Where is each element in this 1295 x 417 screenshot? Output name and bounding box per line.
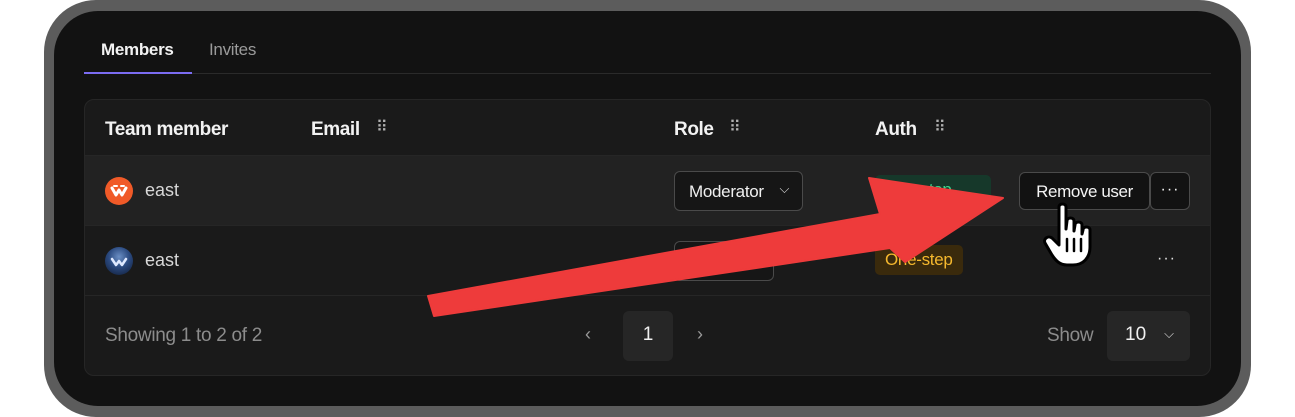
member-name: east — [145, 250, 180, 270]
column-header-team-member: Team member — [105, 119, 229, 140]
pagination-summary: Showing 1 to 2 of 2 — [105, 325, 262, 346]
role-select[interactable]: Owner ⌵ — [674, 241, 774, 281]
role-select-value: Owner — [689, 252, 738, 271]
column-header-auth[interactable]: Auth — [875, 119, 917, 141]
chevron-left-icon[interactable]: ‹ — [585, 324, 591, 345]
brand-logo-icon — [110, 257, 128, 267]
more-actions-button[interactable]: ··· — [1150, 172, 1190, 210]
chevron-down-icon: ⌵ — [779, 181, 789, 196]
page-size-select[interactable]: 10 ⌵ — [1107, 311, 1190, 361]
page-size-label: Show — [1047, 325, 1094, 346]
pagination-footer: Showing 1 to 2 of 2 ‹ 1 › Show 10 ⌵ — [85, 295, 1210, 375]
table-row: east Owner ⌵ One-step ··· — [85, 225, 1210, 295]
column-drag-handle-icon[interactable]: ⠿ — [729, 120, 741, 136]
column-header-email[interactable]: Email — [311, 119, 360, 141]
more-actions-button[interactable]: ··· — [1157, 250, 1176, 268]
remove-user-button[interactable]: Remove user — [1019, 172, 1150, 210]
role-select-value: Moderator — [689, 182, 764, 201]
page-size-value: 10 — [1125, 324, 1147, 345]
tab-invites[interactable]: Invites — [209, 40, 256, 60]
column-drag-handle-icon[interactable]: ⠿ — [934, 120, 946, 136]
chevron-down-icon: ⌵ — [1164, 326, 1174, 341]
auth-status-badge: Two-step — [875, 175, 991, 205]
tab-members[interactable]: Members — [101, 40, 174, 60]
avatar — [105, 177, 133, 205]
tab-bar: Members Invites — [84, 11, 1211, 74]
role-select[interactable]: Moderator ⌵ — [674, 171, 803, 211]
members-panel: Members Invites Team member Email ⠿ Role… — [54, 11, 1241, 406]
column-drag-handle-icon[interactable]: ⠿ — [376, 120, 388, 136]
chevron-down-icon: ⌵ — [750, 251, 760, 266]
member-name: east — [145, 180, 180, 200]
active-tab-indicator — [84, 72, 192, 74]
avatar — [105, 247, 133, 275]
current-page-button[interactable]: 1 — [623, 311, 673, 361]
table-row: east Moderator ⌵ Two-step Remove user ··… — [85, 155, 1210, 225]
members-table: Team member Email ⠿ Role ⠿ Auth ⠿ east M… — [84, 99, 1211, 376]
brand-logo-icon — [110, 185, 128, 197]
chevron-right-icon[interactable]: › — [697, 324, 703, 345]
auth-status-badge: One-step — [875, 245, 963, 275]
column-header-role[interactable]: Role — [674, 119, 714, 141]
